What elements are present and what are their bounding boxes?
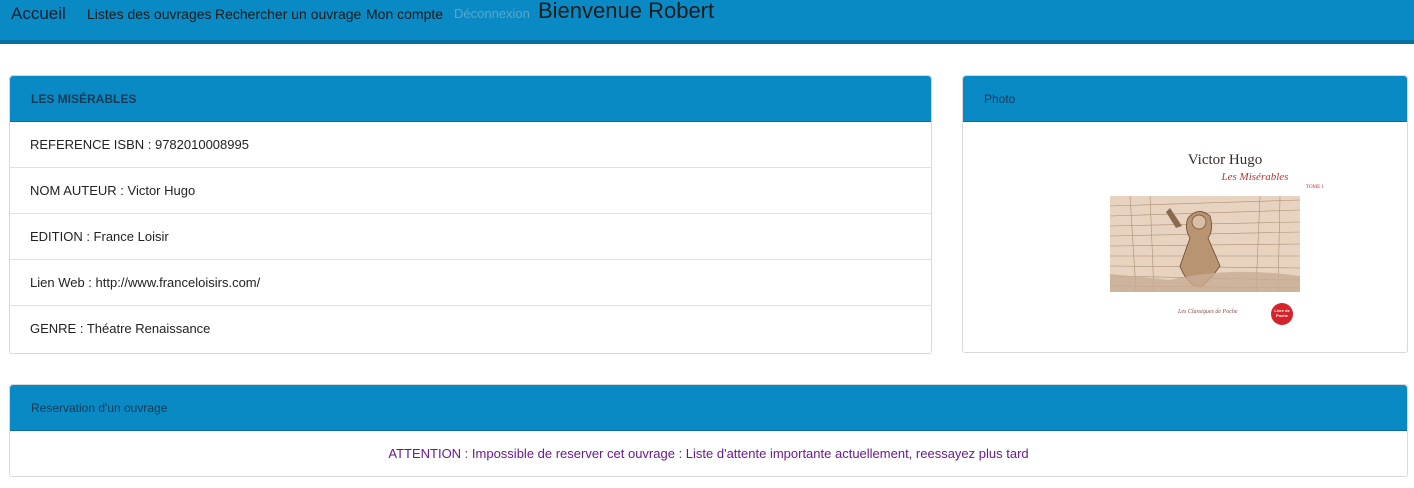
photo-heading: Photo [963,76,1407,122]
reservation-warning-message: ATTENTION : Impossible de reserver cet o… [388,446,1029,461]
genre-row: GENRE : Théatre Renaissance [30,321,211,336]
isbn-row: REFERENCE ISBN : 9782010008995 [10,122,931,168]
nav-books-list-link[interactable]: Listes des ouvrages [87,0,212,28]
book-details-panel: LES MISÉRABLES REFERENCE ISBN : 97820100… [9,75,932,354]
cover-title-text: Les Misérables [1221,171,1289,183]
welcome-message: Bienvenue Robert [538,0,715,23]
livre-de-poche-logo: Livre de Poche [1271,303,1293,325]
edition-row: EDITION : France Loisir [10,214,931,260]
photo-panel: Photo Victor Hugo Les Misérables TOME 1 [962,75,1408,353]
nav-search-book-link[interactable]: Rechercher un ouvrage [215,0,361,28]
cover-collection-text: Les Classiques de Poche [1178,309,1238,315]
book-cover-image: Victor Hugo Les Misérables TOME 1 Les Cl… [963,122,1407,352]
reservation-panel: Reservation d'un ouvrage ATTENTION : Imp… [9,384,1408,477]
nav-account-link[interactable]: Mon compte [366,0,443,28]
weblink-row: Lien Web : http://www.franceloisirs.com/ [10,260,931,306]
book-title-heading: LES MISÉRABLES [10,76,931,122]
nav-logout-link[interactable]: Déconnexion [454,0,530,28]
cover-illustration [1110,196,1300,292]
cover-tome-text: TOME 1 [1306,185,1324,190]
author-row: NOM AUTEUR : Victor Hugo [10,168,931,214]
cover-author-text: Victor Hugo [1187,152,1263,168]
nav-home-link[interactable]: Accueil [11,0,66,28]
reservation-heading: Reservation d'un ouvrage [10,385,1407,431]
top-navbar: Accueil Listes des ouvrages Rechercher u… [0,0,1414,44]
